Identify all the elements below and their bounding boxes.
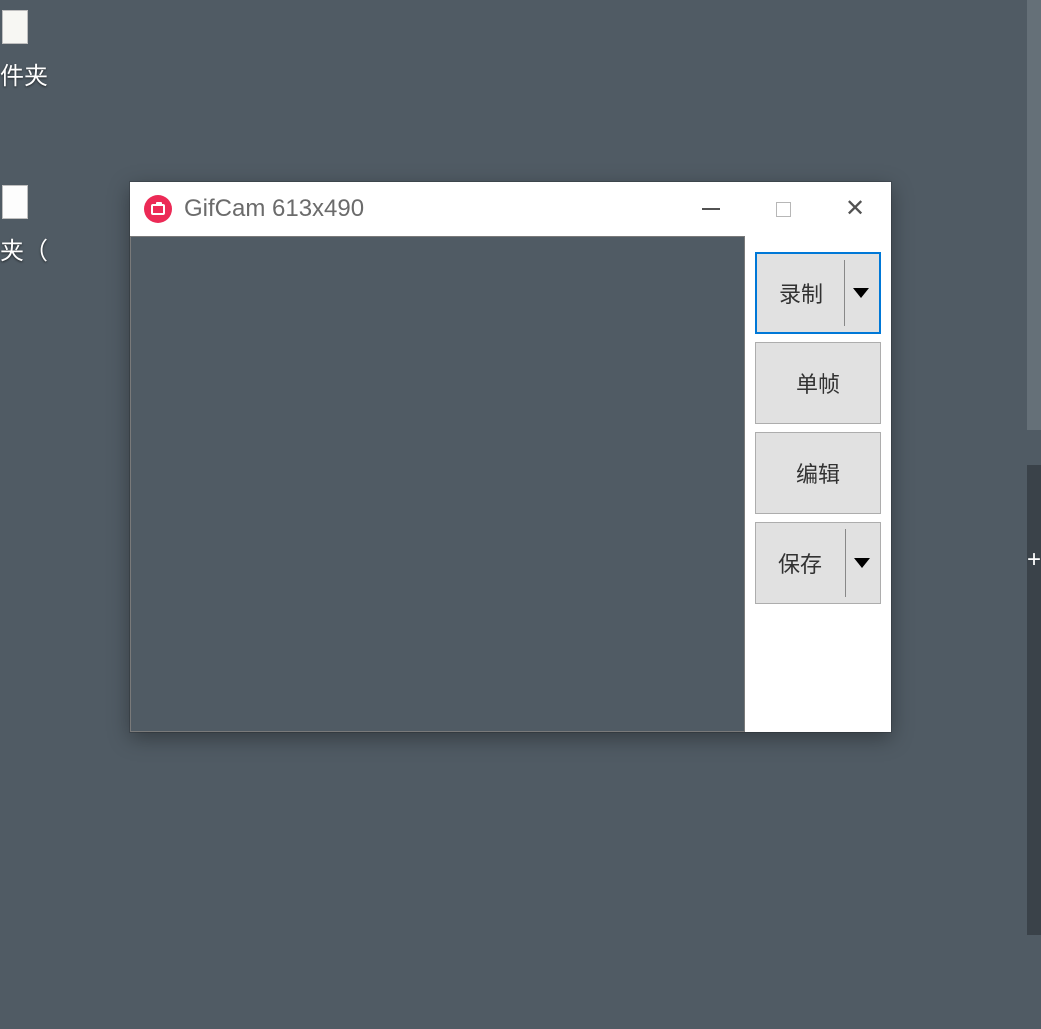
right-strip-light xyxy=(1027,0,1041,430)
window-body: 录制 单帧 编辑 保存 xyxy=(130,236,891,732)
save-button-label: 保存 xyxy=(778,547,822,579)
window-titlebar[interactable]: GifCam 613x490 ✕ xyxy=(130,182,891,236)
minimize-button[interactable] xyxy=(675,182,747,236)
right-panel-plus-icon[interactable]: + xyxy=(1027,540,1041,580)
sidebar-controls: 录制 单帧 编辑 保存 xyxy=(745,236,891,732)
button-split-divider xyxy=(845,529,846,597)
frame-button-label: 单帧 xyxy=(796,367,840,399)
desktop-icon-folder-1[interactable]: 件夹 xyxy=(0,10,40,91)
maximize-icon xyxy=(776,202,791,217)
minimize-icon xyxy=(702,208,720,210)
dropdown-caret-icon[interactable] xyxy=(853,288,869,298)
right-strip-dark xyxy=(1027,465,1041,935)
window-title: GifCam 613x490 xyxy=(184,195,675,223)
record-button-label: 录制 xyxy=(779,277,823,309)
edit-button-label: 编辑 xyxy=(796,457,840,489)
desktop-icon-label: 件夹 xyxy=(0,56,40,91)
save-button[interactable]: 保存 xyxy=(755,522,881,604)
desktop-icon-folder-2[interactable]: 夹（ xyxy=(0,185,40,266)
record-button[interactable]: 录制 xyxy=(755,252,881,334)
close-button[interactable]: ✕ xyxy=(819,182,891,236)
button-split-divider xyxy=(844,260,845,326)
edit-button[interactable]: 编辑 xyxy=(755,432,881,514)
file-thumbnail-icon xyxy=(2,10,28,44)
gifcam-app-icon xyxy=(144,195,172,223)
close-icon: ✕ xyxy=(845,197,865,221)
capture-viewport[interactable] xyxy=(130,236,745,732)
gifcam-window: GifCam 613x490 ✕ 录制 单帧 编辑 xyxy=(130,182,891,732)
file-thumbnail-icon xyxy=(2,185,28,219)
dropdown-caret-icon[interactable] xyxy=(854,558,870,568)
desktop-icon-label: 夹（ xyxy=(0,231,40,266)
maximize-button[interactable] xyxy=(747,182,819,236)
window-controls: ✕ xyxy=(675,182,891,236)
frame-button[interactable]: 单帧 xyxy=(755,342,881,424)
